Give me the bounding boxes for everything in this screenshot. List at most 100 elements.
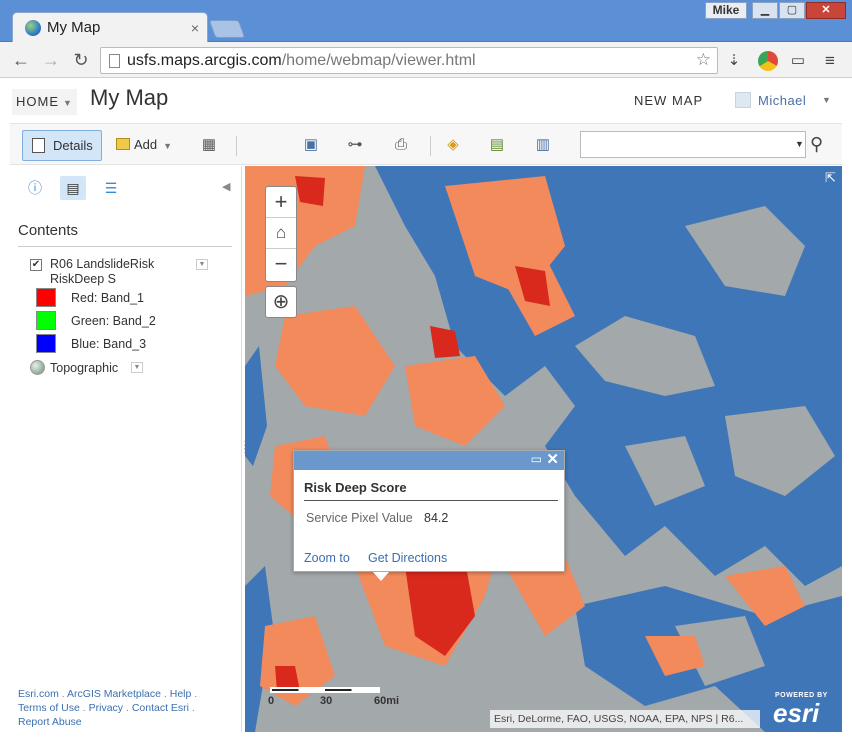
contact-link[interactable]: Contact Esri [132, 702, 189, 714]
esri-link[interactable]: Esri.com [18, 688, 59, 700]
maximize-icon[interactable]: ▭ [531, 452, 542, 466]
tab-close-icon[interactable]: × [191, 20, 199, 36]
collapse-panel-icon[interactable]: ◀ [222, 180, 230, 193]
esri-logo[interactable]: POWERED BY esri [773, 692, 837, 728]
forward-icon[interactable]: → [40, 49, 62, 71]
home-label: HOME [16, 94, 59, 109]
print-icon[interactable]: ⎙ [390, 134, 412, 156]
add-label: Add [134, 137, 158, 152]
address-bar[interactable]: usfs.maps.arcgis.com/home/webmap/viewer.… [100, 47, 718, 74]
browser-titlebar: My Map × Mike ▁ ▢ ✕ [0, 0, 852, 43]
page-title: My Map [90, 85, 169, 110]
contents-panel: ⓘ ▤ ☰ ◀ Contents ✔ R06 LandslideRisk Ris… [10, 166, 242, 732]
close-window-button[interactable]: ✕ [806, 2, 846, 19]
esri-wordmark: esri [773, 698, 820, 728]
app-header: HOME ▼ My Map NEW MAP Michael ▼ [0, 79, 852, 123]
privacy-link[interactable]: Privacy [89, 702, 123, 714]
layer-visibility-checkbox[interactable]: ✔ [30, 259, 42, 271]
basemap-icon[interactable]: ▦ [198, 134, 220, 156]
basemap-layer-name[interactable]: Topographic [50, 361, 118, 375]
expand-map-icon[interactable]: ⇱ [825, 170, 836, 186]
url-text: usfs.maps.arcgis.com/home/webmap/viewer.… [127, 52, 476, 70]
chevron-down-icon[interactable]: ▼ [822, 95, 831, 105]
terms-link[interactable]: Terms of Use [18, 702, 80, 714]
url-host: usfs.maps.arcgis.com [127, 52, 282, 69]
add-button[interactable]: Add ▼ [116, 137, 172, 152]
minimize-button[interactable]: ▁ [752, 2, 778, 19]
reload-icon[interactable]: ↻ [70, 49, 92, 71]
add-folder-icon [116, 138, 130, 150]
share-link-icon[interactable]: ⊶ [344, 134, 366, 156]
color-swatch [36, 311, 56, 330]
globe-icon [25, 20, 41, 36]
directions-icon[interactable]: ◈ [442, 134, 464, 156]
info-icon: ⓘ [28, 180, 42, 196]
marketplace-link[interactable]: ArcGIS Marketplace [67, 688, 161, 700]
back-icon[interactable]: ← [10, 49, 32, 71]
divider [304, 500, 558, 501]
document-icon: ▤ [66, 180, 80, 196]
popup-titlebar: ▭ ✕ [294, 451, 564, 470]
legend-item: Green: Band_2 [34, 311, 194, 331]
popup-field-value: 84.2 [424, 511, 449, 525]
zoom-to-link[interactable]: Zoom to [304, 551, 350, 565]
download-icon[interactable]: ⇣ [724, 51, 744, 71]
map-attribution[interactable]: Esri, DeLorme, FAO, USGS, NOAA, EPA, NPS… [490, 710, 760, 728]
page-icon [109, 54, 120, 68]
scale-label: 60mi [374, 695, 400, 707]
legend-item: Red: Band_1 [34, 288, 194, 308]
legend-label: Red: Band_1 [71, 291, 144, 305]
search-dropdown-icon[interactable]: ▼ [795, 139, 804, 149]
locate-button[interactable]: ⊕ [265, 286, 297, 318]
save-icon[interactable]: ▣ [300, 134, 322, 156]
chevron-down-icon: ▼ [63, 98, 73, 108]
get-directions-link[interactable]: Get Directions [368, 551, 447, 565]
search-input[interactable] [580, 131, 806, 158]
bookmarks-icon[interactable]: ▥ [532, 134, 554, 156]
basemap-globe-icon[interactable] [30, 360, 45, 375]
report-abuse-link[interactable]: Report Abuse [18, 716, 82, 728]
search-icon[interactable]: ⚲ [810, 134, 823, 155]
popup-title: Risk Deep Score [304, 480, 407, 495]
home-menu-button[interactable]: HOME ▼ [12, 89, 77, 115]
legend-item: Blue: Band_3 [34, 334, 194, 354]
extension-icon[interactable] [758, 51, 778, 71]
basemap-options-icon[interactable]: ▼ [131, 362, 143, 373]
user-menu-button[interactable]: Michael [758, 93, 806, 108]
zoom-control: + ⌂ − [265, 186, 297, 282]
url-path: /home/webmap/viewer.html [281, 52, 476, 69]
popup-pointer [373, 572, 389, 581]
cast-icon[interactable]: ▭ [788, 51, 808, 71]
help-link[interactable]: Help [170, 688, 192, 700]
identify-popup: ▭ ✕ Risk Deep Score Service Pixel Value … [293, 450, 565, 572]
avatar[interactable] [735, 92, 751, 108]
layer-options-icon[interactable]: ▼ [196, 259, 208, 270]
new-map-button[interactable]: NEW MAP [634, 93, 703, 108]
toolbar-divider [236, 136, 237, 156]
zoom-in-button[interactable]: + [266, 187, 296, 218]
popup-field-name: Service Pixel Value [306, 511, 413, 525]
zoom-out-button[interactable]: − [266, 249, 296, 280]
toolbar-divider [430, 136, 431, 156]
legend-tab[interactable]: ☰ [98, 176, 124, 200]
scale-label: 0 [268, 695, 275, 707]
legend-list-icon: ☰ [104, 180, 118, 196]
layer-name[interactable]: R06 LandslideRisk RiskDeep S [50, 257, 200, 287]
map-view[interactable]: + ⌂ − ⊕ ⇱ ▭ ✕ Risk Deep Score Service Pi… [245, 166, 842, 732]
measure-icon[interactable]: ▤ [486, 134, 508, 156]
close-icon[interactable]: ✕ [546, 450, 559, 468]
contents-heading: Contents [18, 222, 79, 239]
home-extent-button[interactable]: ⌂ [266, 218, 296, 249]
about-tab[interactable]: ⓘ [22, 176, 48, 200]
map-canvas [245, 166, 842, 732]
browser-user-badge[interactable]: Mike [705, 2, 747, 19]
bookmark-star-icon[interactable]: ☆ [696, 50, 711, 70]
new-tab-button[interactable] [208, 20, 246, 38]
content-tab[interactable]: ▤ [60, 176, 86, 200]
divider [18, 246, 232, 247]
menu-icon[interactable]: ≡ [820, 51, 840, 71]
maximize-button[interactable]: ▢ [779, 2, 805, 19]
browser-tab[interactable]: My Map × [12, 12, 208, 43]
details-button[interactable]: Details [22, 130, 102, 161]
footer-links: Esri.com . ArcGIS Marketplace . Help . T… [18, 688, 198, 728]
